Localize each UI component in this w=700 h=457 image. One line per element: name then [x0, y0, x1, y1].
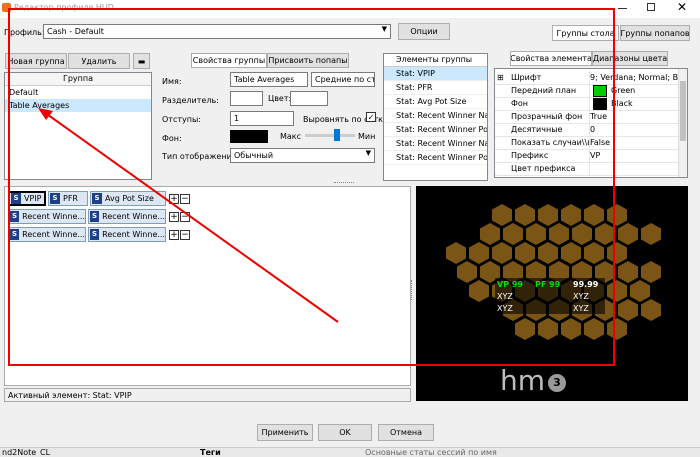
annotation-arrow — [38, 108, 339, 323]
